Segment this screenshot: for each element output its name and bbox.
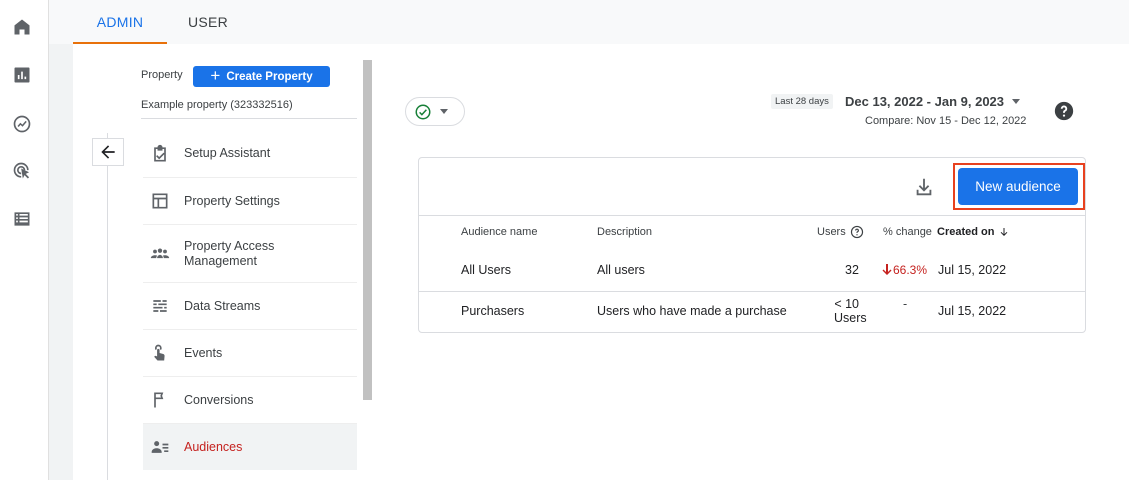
sort-down-icon bbox=[998, 226, 1010, 238]
caret-down-icon bbox=[440, 109, 448, 114]
arrow-back-icon bbox=[101, 145, 115, 159]
column-header-change[interactable]: % change bbox=[883, 226, 932, 238]
advertising-icon[interactable] bbox=[11, 160, 33, 182]
property-name[interactable]: Example property (323332516) bbox=[141, 99, 293, 111]
nav-label: Conversions bbox=[184, 392, 254, 407]
column-header-created[interactable]: Created on bbox=[937, 226, 1010, 238]
nav-label: Property Settings bbox=[184, 193, 280, 208]
nav-label: Property Access Management bbox=[184, 238, 275, 268]
help-icon[interactable] bbox=[1053, 100, 1075, 122]
left-rail bbox=[0, 0, 49, 480]
column-header-name[interactable]: Audience name bbox=[461, 226, 537, 238]
cell-change: 66.3% bbox=[882, 263, 927, 277]
cell-users: < 10 Users bbox=[834, 297, 867, 325]
checklist-icon bbox=[149, 143, 171, 165]
nav-item-audiences[interactable]: Audiences bbox=[143, 424, 357, 470]
date-range-selector[interactable]: Dec 13, 2022 - Jan 9, 2023 bbox=[845, 94, 1021, 109]
people-icon bbox=[149, 243, 171, 265]
cell-users: 32 bbox=[845, 263, 859, 277]
column-header-description[interactable]: Description bbox=[597, 226, 652, 238]
nav-item-property-settings[interactable]: Property Settings bbox=[143, 178, 357, 225]
tree-line bbox=[107, 133, 108, 480]
property-label: Property bbox=[141, 69, 183, 81]
data-streams-icon bbox=[149, 295, 171, 317]
touch-icon bbox=[149, 342, 171, 364]
check-circle-icon bbox=[415, 104, 431, 119]
date-preset-badge: Last 28 days bbox=[771, 94, 833, 109]
caret-down-icon bbox=[1012, 99, 1021, 104]
arrow-down-icon bbox=[882, 264, 892, 275]
nav-label: Audiences bbox=[184, 439, 243, 454]
date-range-text: Dec 13, 2022 - Jan 9, 2023 bbox=[845, 94, 1005, 109]
create-property-label: Create Property bbox=[226, 70, 313, 83]
nav-item-property-access-management[interactable]: Property Access Management bbox=[143, 225, 357, 283]
nav-item-conversions[interactable]: Conversions bbox=[143, 377, 357, 424]
nav-label: Setup Assistant bbox=[184, 146, 271, 160]
users-line-1: < 10 bbox=[834, 297, 859, 311]
home-icon[interactable] bbox=[11, 16, 33, 38]
explore-icon[interactable] bbox=[11, 113, 33, 135]
cell-name[interactable]: All Users bbox=[461, 263, 511, 277]
divider bbox=[419, 215, 1085, 216]
cell-created: Jul 15, 2022 bbox=[938, 304, 1007, 318]
configure-icon[interactable] bbox=[11, 208, 33, 230]
settings-window-icon bbox=[149, 190, 171, 212]
created-header-label: Created on bbox=[937, 226, 995, 238]
left-gutter bbox=[49, 44, 73, 480]
status-dropdown[interactable] bbox=[405, 97, 465, 126]
download-icon[interactable] bbox=[913, 176, 937, 200]
cell-change: - bbox=[903, 297, 908, 311]
reports-icon[interactable] bbox=[11, 64, 33, 86]
cell-name[interactable]: Purchasers bbox=[461, 304, 524, 318]
plus-icon: + bbox=[210, 66, 221, 85]
change-value: 66.3% bbox=[893, 263, 928, 277]
back-button[interactable] bbox=[92, 138, 124, 166]
cell-description: All users bbox=[597, 263, 645, 277]
divider bbox=[419, 291, 1085, 292]
nav-label: Events bbox=[184, 345, 223, 360]
top-tab-bar: ADMIN USER bbox=[49, 0, 1129, 44]
create-property-button[interactable]: + Create Property bbox=[193, 66, 330, 87]
scrollbar[interactable] bbox=[363, 60, 372, 400]
new-audience-button[interactable]: New audience bbox=[958, 168, 1078, 205]
users-header-label: Users bbox=[817, 226, 846, 238]
tab-user[interactable]: USER bbox=[175, 0, 241, 44]
cell-created: Jul 15, 2022 bbox=[938, 263, 1007, 277]
flag-icon bbox=[149, 389, 171, 411]
nav-item-events[interactable]: Events bbox=[143, 330, 357, 377]
help-circle-icon bbox=[850, 225, 863, 239]
nav-label: Data Streams bbox=[184, 298, 261, 313]
divider bbox=[141, 118, 357, 119]
tab-admin[interactable]: ADMIN bbox=[73, 0, 167, 44]
audience-icon bbox=[149, 436, 171, 458]
nav-item-setup-assistant[interactable]: Setup Assistant bbox=[143, 130, 357, 178]
nav-item-data-streams[interactable]: Data Streams bbox=[143, 283, 357, 330]
users-line-2: Users bbox=[834, 311, 867, 325]
date-compare-text: Compare: Nov 15 - Dec 12, 2022 bbox=[865, 115, 1027, 127]
cell-description: Users who have made a purchase bbox=[597, 304, 787, 318]
column-header-users[interactable]: Users bbox=[817, 225, 864, 239]
